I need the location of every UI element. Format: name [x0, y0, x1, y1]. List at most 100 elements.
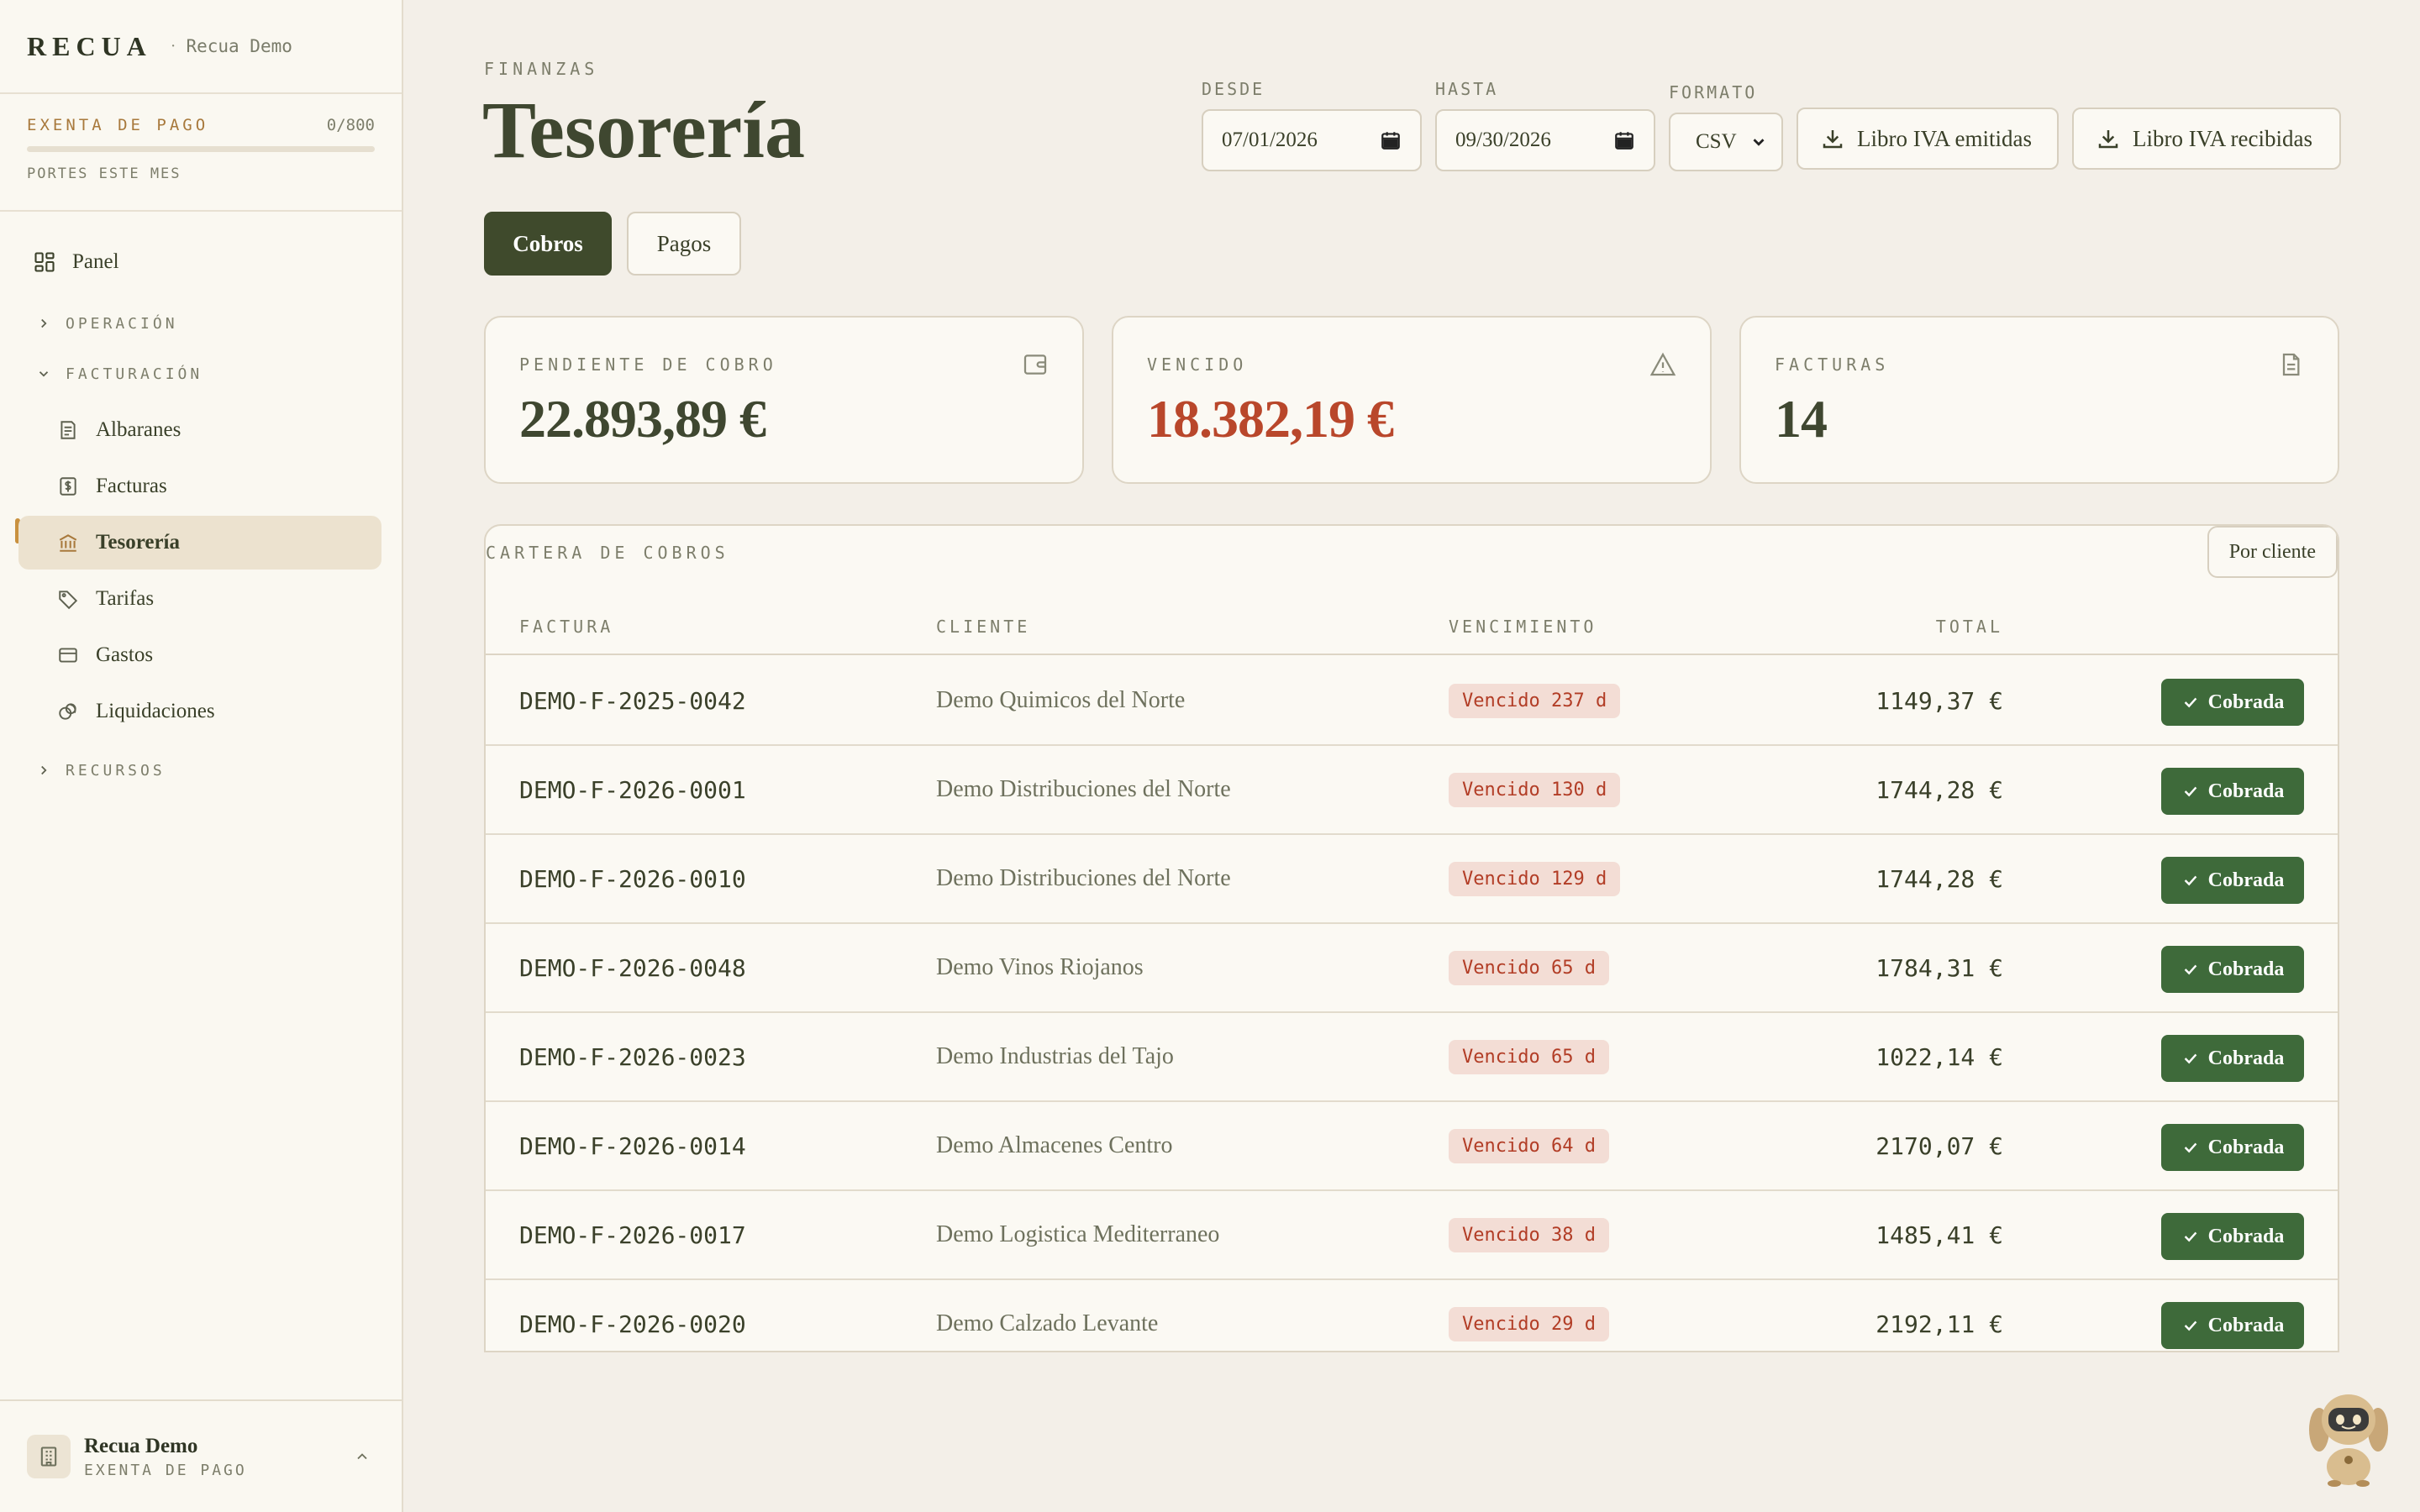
- sidebar-item-tesoreria[interactable]: Tesorería: [18, 516, 381, 570]
- client-name: Demo Almacenes Centro: [936, 1132, 1173, 1158]
- invoice-number[interactable]: DEMO-F-2026-0020: [519, 1280, 746, 1351]
- due-status: Vencido 38 d: [1449, 1191, 1609, 1278]
- client-name: Demo Quimicos del Norte: [936, 687, 1186, 713]
- stat-card-pendiente: PENDIENTE DE COBRO 22.893,89 €: [484, 316, 1084, 484]
- table-header-row: FACTURA CLIENTE VENCIMIENTO TOTAL: [486, 596, 2338, 655]
- download-icon: [2098, 130, 2118, 149]
- stat-label: PENDIENTE DE COBRO: [519, 354, 777, 375]
- overdue-badge: Vencido 29 d: [1449, 1306, 1609, 1341]
- column-header-vencimiento[interactable]: VENCIMIENTO: [1449, 617, 1597, 637]
- page-eyebrow: FINANZAS: [484, 59, 599, 79]
- invoice-number[interactable]: DEMO-F-2026-0017: [519, 1191, 746, 1278]
- assistant-mascot-icon[interactable]: [2302, 1386, 2395, 1487]
- tab-pagos[interactable]: Pagos: [627, 212, 741, 276]
- mark-cobrada-button[interactable]: Cobrada: [2161, 1213, 2304, 1260]
- column-header-factura[interactable]: FACTURA: [519, 617, 613, 637]
- table-row[interactable]: DEMO-F-2026-0048 Demo Vinos Riojanos Venci…: [486, 924, 2338, 1013]
- stat-label: VENCIDO: [1147, 354, 1248, 375]
- check-icon: [2184, 1053, 2196, 1064]
- mark-cobrada-button[interactable]: Cobrada: [2161, 1124, 2304, 1171]
- table-row[interactable]: DEMO-F-2026-0017 Demo Logistica Mediterra…: [486, 1191, 2338, 1280]
- mark-cobrada-button[interactable]: Cobrada: [2161, 946, 2304, 993]
- overdue-badge: Vencido 65 d: [1449, 950, 1609, 985]
- overdue-badge: Vencido 38 d: [1449, 1217, 1609, 1252]
- quota-progress-bar: [27, 146, 375, 152]
- brand-logo[interactable]: RECUA: [27, 31, 152, 62]
- due-status: Vencido 130 d: [1449, 746, 1621, 833]
- invoice-total: 1744,28 €: [1876, 775, 2003, 804]
- button-label: Cobrada: [2207, 1136, 2285, 1158]
- sidebar: RECUA · Recua Demo EXENTA DE PAGO 0/800 …: [0, 0, 403, 1512]
- tab-cobros[interactable]: Cobros: [484, 212, 612, 276]
- table-row[interactable]: DEMO-F-2026-0023 Demo Industrias del Tajo…: [486, 1013, 2338, 1102]
- mark-cobrada-button[interactable]: Cobrada: [2161, 1302, 2304, 1349]
- overdue-badge: Vencido 65 d: [1449, 1039, 1609, 1074]
- button-label: Libro IVA emitidas: [1857, 125, 2032, 151]
- desde-label: DESDE: [1202, 79, 1265, 99]
- table-row[interactable]: DEMO-F-2026-0010 Demo Distribuciones del …: [486, 835, 2338, 924]
- nav-group-facturacion[interactable]: FACTURACIÓN: [34, 357, 203, 391]
- desde-date-input[interactable]: 07/01/2026: [1202, 109, 1422, 171]
- invoice-number[interactable]: DEMO-F-2026-0023: [519, 1013, 746, 1100]
- client-name: Demo Logistica Mediterraneo: [936, 1221, 1220, 1247]
- mark-cobrada-button[interactable]: Cobrada: [2161, 679, 2304, 726]
- table-row[interactable]: DEMO-F-2026-0014 Demo Almacenes Centro Ven…: [486, 1102, 2338, 1191]
- page-title: Tesorería: [482, 85, 805, 175]
- sidebar-item-tarifas[interactable]: Tarifas: [18, 572, 381, 626]
- por-cliente-button[interactable]: Por cliente: [2207, 526, 2338, 578]
- mark-cobrada-button[interactable]: Cobrada: [2161, 768, 2304, 815]
- button-label: Cobrada: [2207, 1225, 2285, 1247]
- brand-separator: ·: [170, 36, 176, 55]
- mark-cobrada-button[interactable]: Cobrada: [2161, 1035, 2304, 1082]
- libro-iva-recibidas-button[interactable]: Libro IVA recibidas: [2072, 108, 2341, 170]
- invoice-number[interactable]: DEMO-F-2025-0042: [519, 657, 746, 744]
- check-icon: [2184, 1142, 2196, 1153]
- invoice-total: 1022,14 €: [1876, 1042, 2003, 1071]
- download-icon: [1823, 130, 1843, 149]
- client-name: Demo Industrias del Tajo: [936, 1043, 1174, 1069]
- org-name: Recua Demo: [186, 36, 292, 56]
- tag-icon: [55, 586, 81, 612]
- mark-cobrada-button[interactable]: Cobrada: [2161, 857, 2304, 904]
- column-header-cliente[interactable]: CLIENTE: [936, 617, 1030, 637]
- account-name: Recua Demo: [84, 1434, 198, 1457]
- sidebar-item-facturas[interactable]: Facturas: [18, 459, 381, 513]
- libro-iva-emitidas-button[interactable]: Libro IVA emitidas: [1797, 108, 2059, 170]
- invoice-number[interactable]: DEMO-F-2026-0001: [519, 746, 746, 833]
- formato-label: FORMATO: [1669, 82, 1758, 102]
- chevron-down-icon: [34, 364, 54, 384]
- button-label: Cobrada: [2207, 690, 2285, 713]
- invoice-number[interactable]: DEMO-F-2026-0010: [519, 835, 746, 922]
- account-switcher[interactable]: Recua Demo EXENTA DE PAGO: [0, 1399, 402, 1512]
- invoice-number[interactable]: DEMO-F-2026-0048: [519, 924, 746, 1011]
- grid-icon: [32, 249, 57, 275]
- receipt-icon: [55, 417, 81, 443]
- button-label: Cobrada: [2207, 869, 2285, 891]
- nav-group-recursos[interactable]: RECURSOS: [34, 753, 166, 787]
- sidebar-item-label: Facturas: [96, 475, 167, 497]
- table-row[interactable]: DEMO-F-2026-0020 Demo Calzado Levante Venc…: [486, 1280, 2338, 1351]
- sidebar-item-label: Gastos: [96, 643, 154, 666]
- client-name: Demo Calzado Levante: [936, 1310, 1159, 1336]
- check-icon: [2184, 786, 2196, 797]
- button-label: Cobrada: [2207, 1314, 2285, 1336]
- column-header-total[interactable]: TOTAL: [1936, 617, 2003, 637]
- nav-group-operacion[interactable]: OPERACIÓN: [34, 307, 178, 340]
- sidebar-item-liquidaciones[interactable]: Liquidaciones: [18, 685, 381, 738]
- sidebar-item-panel[interactable]: Panel: [18, 235, 381, 289]
- table-row[interactable]: DEMO-F-2026-0001 Demo Distribuciones del …: [486, 746, 2338, 835]
- invoice-dollar-icon: [55, 474, 81, 499]
- formato-select[interactable]: CSV: [1669, 113, 1783, 171]
- coins-icon: [55, 699, 81, 724]
- check-icon: [2184, 964, 2196, 975]
- sidebar-item-gastos[interactable]: Gastos: [18, 628, 381, 682]
- invoice-total: 2192,11 €: [1876, 1310, 2003, 1338]
- invoice-number[interactable]: DEMO-F-2026-0014: [519, 1102, 746, 1189]
- table-row[interactable]: DEMO-F-2025-0042 Demo Quimicos del Norte V…: [486, 657, 2338, 746]
- overdue-badge: Vencido 130 d: [1449, 772, 1621, 807]
- sidebar-item-albaranes[interactable]: Albaranes: [18, 403, 381, 457]
- nav-group-label: FACTURACIÓN: [66, 365, 203, 383]
- hasta-date-input[interactable]: 09/30/2026: [1435, 109, 1655, 171]
- overdue-badge: Vencido 64 d: [1449, 1128, 1609, 1163]
- stat-label: FACTURAS: [1775, 354, 1890, 375]
